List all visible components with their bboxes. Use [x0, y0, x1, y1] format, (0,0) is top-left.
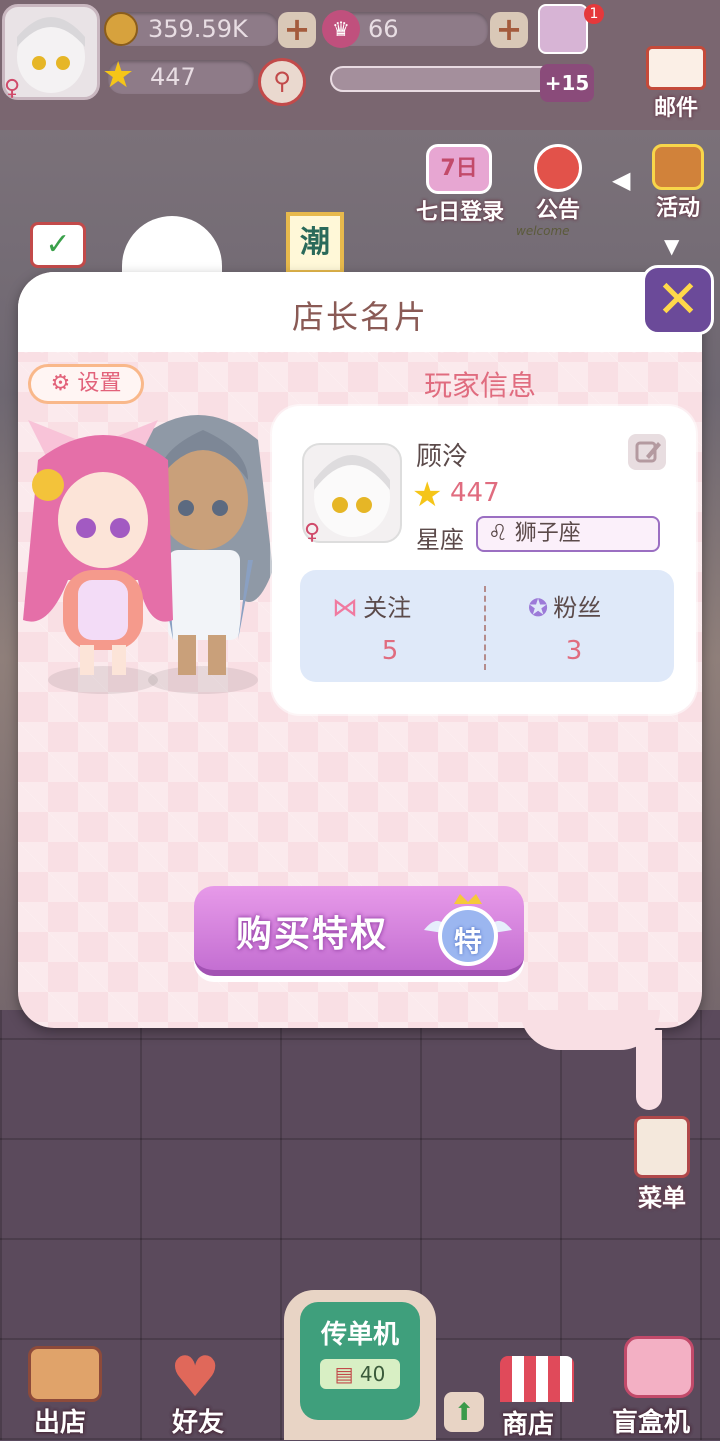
buy-privilege-label: 购买特权 — [236, 914, 389, 955]
go-out-label: 出店 — [34, 1408, 87, 1438]
mail-button[interactable]: 邮件 — [636, 46, 716, 126]
star-level-icon: ★ — [102, 55, 135, 96]
welcome-sign: welcome — [516, 224, 570, 238]
treasure-chest-icon — [652, 144, 704, 190]
mail-icon — [646, 46, 706, 90]
level-star-icon: ★ — [412, 475, 443, 515]
shop-sign: 潮 — [286, 212, 344, 274]
modal-title: 店长名片 — [291, 298, 428, 336]
player-name: 顾泠 — [416, 442, 469, 472]
bow-icon: ⋈ — [332, 593, 358, 623]
header-scallop-edge — [18, 344, 702, 360]
blind-box-label: 盲盒机 — [612, 1408, 691, 1438]
activity-scroll-left-icon[interactable]: ◀ — [612, 166, 630, 194]
flyer-count: 40 — [359, 1362, 386, 1386]
go-out-button[interactable]: 出店 — [14, 1346, 124, 1440]
edit-name-button[interactable] — [628, 434, 666, 470]
coin-icon — [104, 12, 138, 46]
broom-icon[interactable]: ⚲ — [258, 58, 306, 106]
announcement-button[interactable]: 公告 welcome — [516, 144, 600, 238]
seven-day-badge-icon: 7日 — [426, 144, 492, 194]
storefront-icon — [500, 1356, 574, 1402]
close-icon: ✕ — [656, 270, 700, 330]
menu-button[interactable]: 菜单 — [624, 1116, 700, 1226]
exp-bonus-badge: +15 — [540, 64, 594, 102]
zodiac-label: 星座 — [416, 526, 464, 554]
announcement-label: 公告 — [535, 198, 580, 223]
mail-label: 邮件 — [653, 96, 698, 121]
fans-label: 粉丝 — [553, 594, 602, 622]
flyer-count-display: ▤ 40 — [320, 1359, 400, 1389]
character-portrait-button[interactable] — [538, 4, 588, 54]
heart-icon: ♥ — [170, 1345, 221, 1410]
follow-count: 5 — [381, 636, 399, 666]
follow-label: 关注 — [363, 594, 412, 622]
fans-count: 3 — [565, 636, 583, 666]
player-info-title: 玩家信息 — [423, 369, 536, 402]
player-gender-female-icon: ♀ — [304, 520, 321, 545]
player-level: 447 — [450, 478, 500, 508]
map-arrow-icon — [28, 1346, 102, 1402]
privilege-badge-text: 特 — [453, 925, 482, 958]
add-coins-button[interactable]: + — [278, 12, 316, 48]
follow-stat[interactable]: ⋈ 关注 5 — [332, 588, 462, 672]
friends-label: 好友 — [172, 1408, 225, 1438]
menu-label: 菜单 — [638, 1184, 686, 1212]
blind-box-button[interactable]: 盲盒机 — [604, 1336, 714, 1440]
gender-female-icon: ♀ — [4, 76, 21, 101]
shop-label: 商店 — [502, 1410, 555, 1440]
activity-label: 活动 — [655, 196, 700, 221]
expand-down-icon[interactable]: ▼ — [664, 234, 679, 258]
flyer-machine-label: 传单机 — [320, 1320, 399, 1350]
friends-button[interactable]: ♥ 好友 — [160, 1350, 260, 1440]
flyer-machine-panel: 传单机 ▤ 40 — [300, 1302, 420, 1420]
close-button[interactable]: ✕ — [642, 265, 714, 335]
zodiac-field: ♌ 狮子座 — [476, 516, 660, 552]
activity-button[interactable]: 活动 — [638, 144, 718, 230]
zodiac-value: 狮子座 — [514, 521, 581, 546]
add-gems-button[interactable]: + — [490, 12, 528, 48]
player-characters-illustration — [23, 415, 273, 694]
task-check-icon[interactable]: ✓ — [30, 222, 86, 268]
menu-book-icon — [634, 1116, 690, 1178]
fans-stat[interactable]: ✪ 粉丝 3 — [528, 588, 658, 672]
seven-day-login-button[interactable]: 7日 七日登录 — [404, 144, 516, 230]
pencil-icon — [635, 441, 661, 463]
privilege-badge-icon: 特 — [420, 890, 516, 972]
seven-day-login-label: 七日登录 — [415, 200, 504, 225]
upgrade-arrow-button[interactable]: ⬆ — [444, 1392, 484, 1432]
notification-badge: 1 — [584, 4, 604, 24]
magic-wand-icon: ✪ — [528, 594, 549, 622]
leo-icon: ♌ — [488, 521, 508, 546]
megaphone-icon — [534, 144, 582, 192]
shop-button[interactable]: 商店 — [492, 1356, 582, 1440]
social-divider — [484, 586, 486, 670]
flyer-icon: ▤ — [334, 1362, 354, 1386]
gacha-machine-icon — [624, 1336, 694, 1398]
drip-drop — [636, 1030, 662, 1110]
crown-gem-icon: ♛ — [322, 10, 360, 48]
